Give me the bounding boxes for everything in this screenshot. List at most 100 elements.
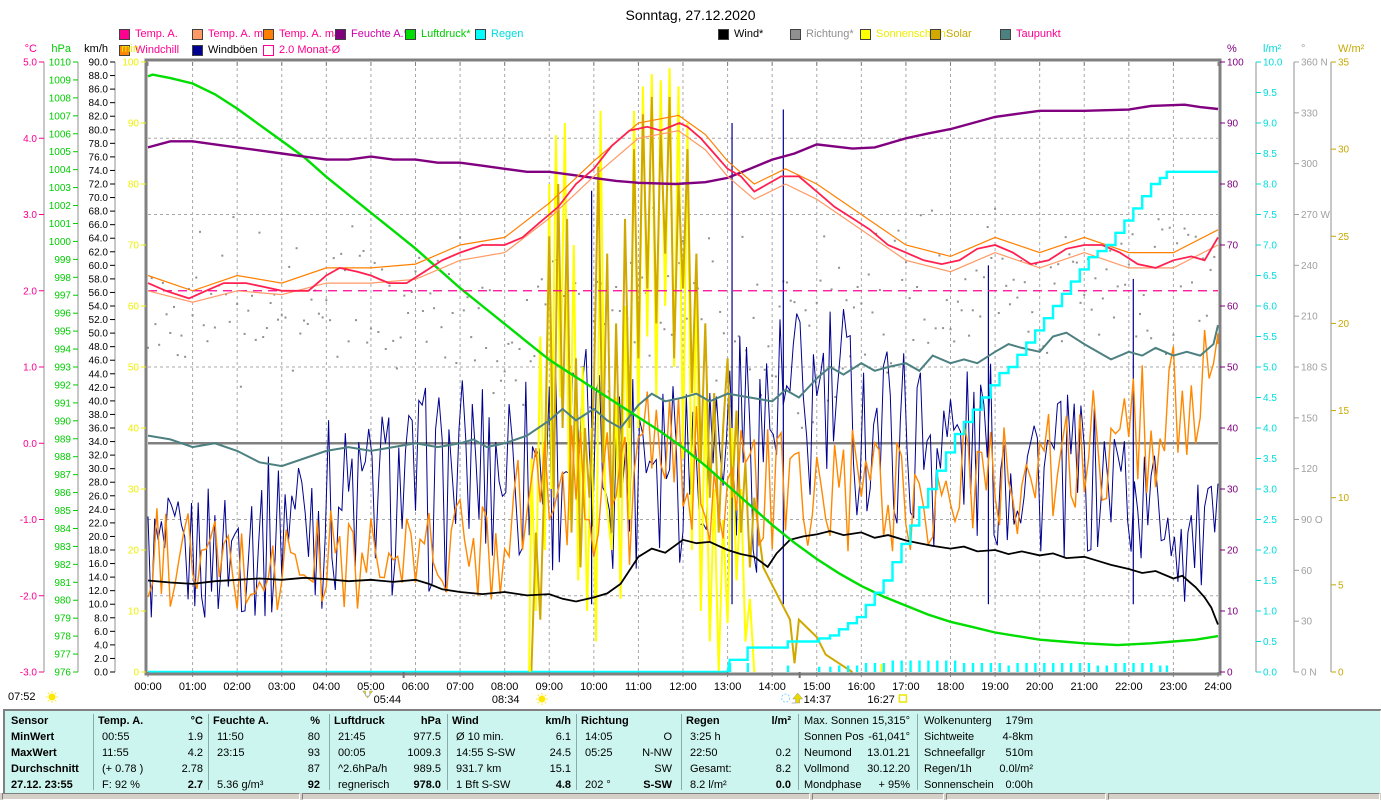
svg-text:-2.0: -2.0 — [20, 591, 38, 602]
svg-text:12:00: 12:00 — [669, 681, 697, 693]
svg-text:330: 330 — [1301, 108, 1318, 119]
svg-text:0.0: 0.0 — [23, 439, 37, 450]
svg-text:982: 982 — [54, 560, 71, 571]
svg-text:210: 210 — [1301, 312, 1318, 323]
svg-text:04:00: 04:00 — [313, 681, 341, 693]
svg-text:40: 40 — [128, 424, 140, 435]
svg-text:5: 5 — [1338, 580, 1344, 591]
svg-text:1002: 1002 — [49, 201, 72, 212]
weather-chart: -3.0 -2.0 -1.0 0.0 1.0 2.0 3.0 4.0 5.0 °C 976 977 97… — [0, 0, 1381, 800]
svg-text:978: 978 — [54, 632, 71, 643]
sunset-square-icon — [898, 694, 908, 703]
svg-text:0.0: 0.0 — [1263, 668, 1277, 679]
svg-text:58.0: 58.0 — [89, 274, 109, 285]
svg-text:40: 40 — [1227, 424, 1239, 435]
stat-extra-value: 0.0l/m² — [999, 763, 1033, 775]
svg-text:1010: 1010 — [49, 58, 72, 69]
svg-text:984: 984 — [54, 524, 71, 535]
svg-text:8.5: 8.5 — [1263, 149, 1277, 160]
svg-text:10:00: 10:00 — [580, 681, 608, 693]
table-divider — [93, 714, 94, 790]
moonrise-time: 14:37 — [804, 694, 832, 706]
svg-text:10: 10 — [1338, 493, 1350, 504]
svg-text:4.0: 4.0 — [94, 640, 108, 651]
svg-text:150: 150 — [1301, 413, 1318, 424]
axis-unit: l/m² — [1263, 43, 1282, 55]
svg-text:7.0: 7.0 — [1263, 241, 1277, 252]
svg-text:20: 20 — [1227, 546, 1239, 557]
svg-text:1009: 1009 — [49, 75, 72, 86]
svg-text:02:00: 02:00 — [223, 681, 251, 693]
svg-text:985: 985 — [54, 506, 71, 517]
svg-text:5.0: 5.0 — [1263, 363, 1277, 374]
svg-text:999: 999 — [54, 255, 71, 266]
svg-text:6.0: 6.0 — [94, 627, 108, 638]
svg-text:70: 70 — [1227, 241, 1239, 252]
svg-text:11:00: 11:00 — [625, 681, 652, 693]
svg-text:1006: 1006 — [49, 129, 72, 140]
svg-text:2.5: 2.5 — [1263, 515, 1277, 526]
svg-text:15:00: 15:00 — [803, 681, 831, 693]
svg-text:991: 991 — [54, 398, 71, 409]
svg-text:24:00: 24:00 — [1204, 681, 1232, 693]
svg-text:52.0: 52.0 — [89, 315, 109, 326]
svg-text:0.0: 0.0 — [94, 668, 108, 679]
weather-app-window: { "title": "Sonntag, 27.12.2020", "astro… — [0, 0, 1381, 800]
table-divider — [447, 714, 448, 790]
svg-text:68.0: 68.0 — [89, 207, 109, 218]
svg-text:42.0: 42.0 — [89, 383, 109, 394]
svg-text:989: 989 — [54, 434, 71, 445]
svg-text:36.0: 36.0 — [89, 424, 109, 435]
svg-text:2.0: 2.0 — [1263, 546, 1277, 557]
svg-text:07:00: 07:00 — [446, 681, 474, 693]
moonset-time: 05:44 — [374, 694, 402, 706]
svg-text:3.5: 3.5 — [1263, 454, 1277, 465]
svg-text:100: 100 — [1227, 58, 1244, 69]
svg-text:78.0: 78.0 — [89, 139, 109, 150]
svg-text:1001: 1001 — [49, 219, 72, 230]
svg-text:240: 240 — [1301, 261, 1318, 272]
svg-text:60: 60 — [1301, 566, 1313, 577]
svg-text:981: 981 — [54, 578, 71, 589]
svg-text:10: 10 — [128, 607, 140, 618]
first-sunshine-time: 08:34 — [492, 694, 520, 706]
svg-text:-3.0: -3.0 — [20, 668, 38, 679]
svg-text:35: 35 — [1338, 58, 1350, 69]
svg-text:64.0: 64.0 — [89, 234, 109, 245]
svg-text:17:00: 17:00 — [892, 681, 920, 693]
svg-text:50: 50 — [1227, 363, 1239, 374]
svg-text:0 N: 0 N — [1301, 668, 1317, 679]
svg-text:60.0: 60.0 — [89, 261, 109, 272]
svg-text:3.0: 3.0 — [1263, 485, 1277, 496]
svg-text:86.0: 86.0 — [89, 85, 109, 96]
svg-text:62.0: 62.0 — [89, 247, 109, 258]
svg-text:997: 997 — [54, 291, 71, 302]
svg-text:8.0: 8.0 — [1263, 180, 1277, 191]
svg-text:80.0: 80.0 — [89, 125, 109, 136]
svg-text:180 S: 180 S — [1301, 363, 1327, 374]
svg-text:15: 15 — [1338, 406, 1350, 417]
grid — [148, 62, 1218, 672]
svg-text:22.0: 22.0 — [89, 518, 109, 529]
svg-text:84.0: 84.0 — [89, 98, 109, 109]
svg-text:100: 100 — [122, 58, 139, 69]
svg-text:0.5: 0.5 — [1263, 637, 1277, 648]
axis-unit: °C — [25, 43, 37, 55]
stat-extra-value: 179m — [1005, 715, 1033, 727]
table-divider — [329, 714, 330, 790]
axis-unit: hPa — [51, 43, 71, 55]
svg-text:00:00: 00:00 — [134, 681, 162, 693]
svg-text:30.0: 30.0 — [89, 464, 109, 475]
svg-text:90: 90 — [1227, 119, 1239, 130]
svg-text:9.5: 9.5 — [1263, 88, 1277, 99]
svg-text:09:00: 09:00 — [535, 681, 563, 693]
stat-extra-value: 4-8km — [1002, 731, 1033, 743]
svg-text:10.0: 10.0 — [1263, 58, 1283, 69]
svg-text:2.0: 2.0 — [23, 286, 37, 297]
svg-text:20: 20 — [1338, 319, 1350, 330]
svg-text:1008: 1008 — [49, 93, 72, 104]
svg-text:90: 90 — [128, 119, 140, 130]
svg-text:1005: 1005 — [49, 147, 72, 158]
svg-text:979: 979 — [54, 614, 71, 625]
svg-text:30: 30 — [128, 485, 140, 496]
